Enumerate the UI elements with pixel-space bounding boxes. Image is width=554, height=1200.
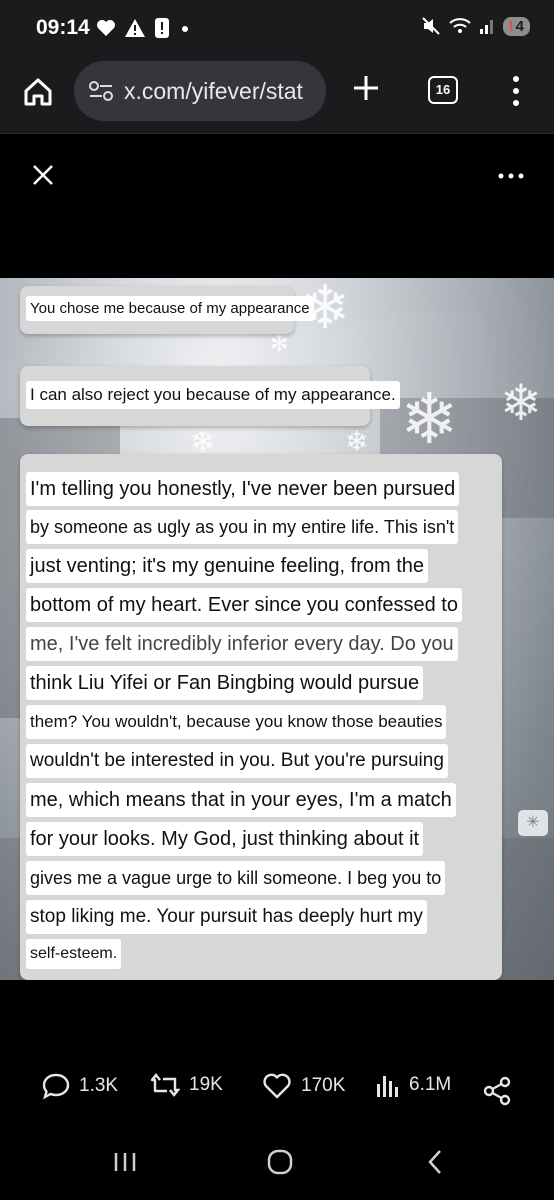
status-time: 09:14: [36, 16, 90, 39]
like-icon: [263, 1073, 291, 1099]
back-icon[interactable]: [424, 1148, 446, 1176]
snowflake-decoration: ❄: [345, 426, 369, 457]
menu-icon[interactable]: [506, 74, 526, 108]
tune-icon[interactable]: [88, 80, 114, 102]
reply-icon: [42, 1073, 70, 1100]
message-bubble: I can also reject you because of my appe…: [20, 366, 400, 426]
address-bar[interactable]: x.com/yifever/stat: [74, 61, 326, 121]
sparkle-badge-icon: ✳: [518, 810, 548, 836]
snowflake-decoration: ✻: [270, 331, 289, 356]
views-button[interactable]: 6.1M: [376, 1072, 451, 1098]
url-text[interactable]: x.com/yifever/stat: [124, 78, 320, 105]
views-count: 6.1M: [409, 1074, 452, 1095]
message-line: stop liking me. Your pursuit has deeply …: [26, 900, 427, 934]
repost-icon: [150, 1073, 180, 1097]
recent-apps-icon[interactable]: [112, 1150, 138, 1174]
mute-icon: [421, 17, 440, 35]
message-line: me, which means that in your eyes, I'm a…: [26, 783, 456, 817]
snowflake-decoration: ❄: [500, 375, 542, 431]
message-bubble: I'm telling you honestly, I've never bee…: [20, 454, 502, 980]
message-line: by someone as ugly as you in my entire l…: [26, 510, 459, 544]
message-line: think Liu Yifei or Fan Bingbing would pu…: [26, 666, 424, 700]
warning-icon: [125, 19, 145, 37]
system-icons: ! 4: [421, 16, 530, 36]
home-nav-icon[interactable]: [266, 1148, 294, 1176]
close-icon[interactable]: [30, 162, 56, 188]
repost-button[interactable]: 19K: [150, 1072, 223, 1098]
status-bar: 09:14 ! 4: [0, 0, 554, 58]
views-icon: [377, 1076, 398, 1097]
browser-toolbar: x.com/yifever/stat 16: [0, 58, 554, 134]
signal-icon: [479, 20, 493, 34]
message-line: just venting; it's my genuine feeling, f…: [26, 549, 429, 583]
message-line: wouldn't be interested in you. But you'r…: [26, 744, 448, 778]
reply-button[interactable]: 1.3K: [42, 1072, 118, 1100]
repost-count: 19K: [189, 1074, 223, 1095]
system-nav-bar: [0, 1134, 554, 1200]
like-button[interactable]: 170K: [262, 1072, 345, 1100]
message-line: You chose me because of my appearance: [26, 296, 314, 321]
tabs-icon[interactable]: 16: [428, 76, 458, 104]
message-line: gives me a vague urge to kill someone. I…: [26, 861, 446, 895]
message-line: self-esteem.: [26, 939, 122, 969]
alert-app-icon: [155, 18, 169, 38]
like-count: 170K: [301, 1075, 346, 1096]
message-line: for your looks. My God, just thinking ab…: [26, 822, 424, 856]
plus-icon[interactable]: [350, 72, 382, 104]
reply-count: 1.3K: [79, 1075, 119, 1096]
battery-indicator: ! 4: [502, 16, 530, 36]
notification-icons: [96, 17, 192, 39]
share-icon[interactable]: [482, 1076, 512, 1106]
dot-icon: [182, 26, 188, 32]
home-icon[interactable]: [22, 76, 54, 108]
wifi-icon: [448, 18, 471, 33]
message-line: bottom of my heart. Ever since you confe…: [26, 588, 462, 622]
more-icon[interactable]: [496, 166, 526, 186]
message-bubble: You chose me because of my appearance: [20, 286, 314, 334]
snowflake-decoration: ❄: [400, 380, 459, 458]
heart-notification-icon: [97, 20, 115, 36]
message-line: I'm telling you honestly, I've never bee…: [26, 472, 460, 506]
message-line: me, I've felt incredibly inferior every …: [26, 627, 458, 661]
post-actions: 1.3K 19K 170K 6.1M: [0, 1072, 554, 1112]
message-line: them? You wouldn't, because you know tho…: [26, 705, 447, 739]
message-line: I can also reject you because of my appe…: [26, 381, 400, 409]
